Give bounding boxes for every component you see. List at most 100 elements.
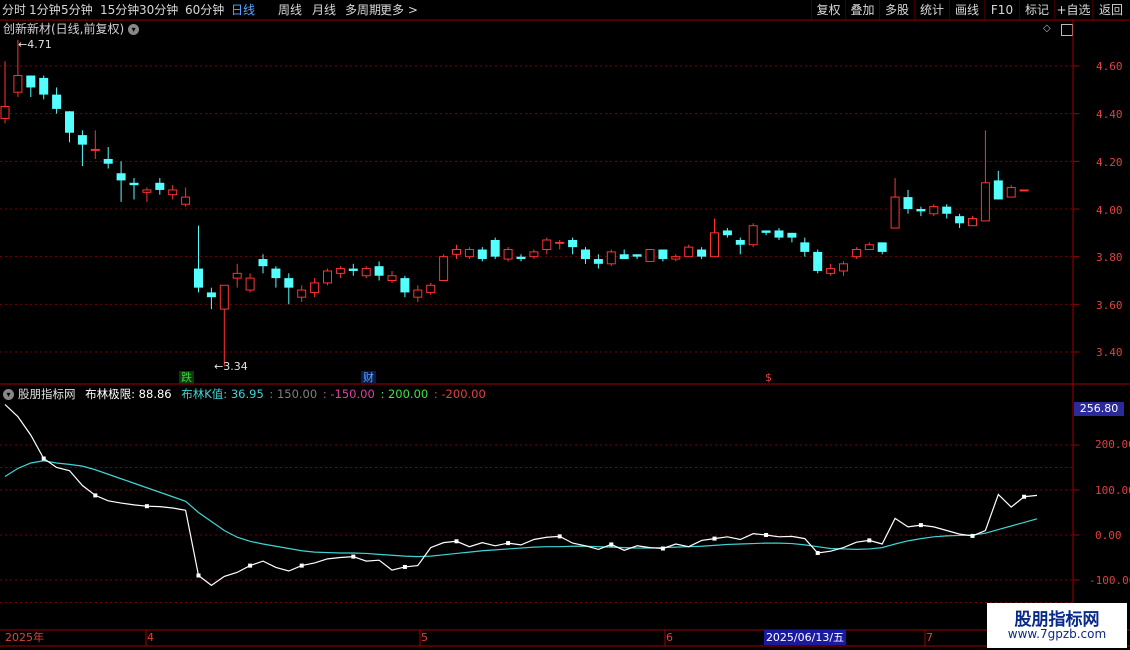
price-axis-tick: 3.60	[1096, 299, 1123, 312]
bollinger-k-line	[4, 460, 1038, 558]
candle-body-up	[542, 239, 552, 251]
candle-body-down	[284, 278, 294, 288]
price-axis-tick: 4.20	[1096, 156, 1123, 169]
level-plus150: : 150.00	[269, 387, 318, 401]
candle-body-up	[864, 244, 874, 251]
candle-body-down	[581, 249, 590, 260]
indicator-title: ▾ 股朋指标网 布林极限: 88.86 布林K值: 36.95 : 150.00 …	[3, 386, 486, 402]
candle-body-up	[968, 218, 977, 227]
candle-body-down	[77, 135, 87, 145]
candle-body-up	[684, 246, 694, 258]
high-price-label: ←4.71	[18, 38, 52, 51]
candle-body-down	[490, 239, 500, 257]
candle-body-down	[955, 216, 965, 224]
candle-body-down	[697, 249, 707, 257]
indicator-axis-tick: -100.00	[1089, 574, 1130, 587]
bollinger-limit-line	[4, 404, 1038, 587]
current-value-badge: 256.80	[1074, 402, 1124, 416]
candle-body-up	[529, 251, 539, 258]
candle-body-down	[722, 230, 732, 236]
event-tag-finance[interactable]: 财	[361, 371, 376, 384]
event-tag-drop[interactable]: 跌	[179, 371, 194, 384]
candle-body-down	[787, 232, 797, 238]
level-minus200: : -200.00	[433, 387, 486, 401]
candle-body-up	[929, 206, 939, 215]
limit-marker	[609, 542, 614, 547]
limit-marker	[660, 546, 665, 551]
candle-body-up	[323, 270, 332, 284]
candle-body-down	[735, 239, 745, 245]
candle-body-up	[219, 284, 229, 310]
limit-marker	[918, 523, 923, 528]
candle-body-down	[348, 268, 358, 271]
candle-body-down	[632, 254, 642, 257]
limit-marker	[402, 564, 407, 569]
candle-body-up	[426, 284, 436, 293]
level-plus200: : 200.00	[380, 387, 429, 401]
candle-body-down	[516, 256, 526, 260]
candle-body-up	[168, 189, 178, 196]
candle-body-up	[310, 282, 320, 293]
candle-body-down	[942, 206, 952, 214]
chevron-down-icon[interactable]: ▾	[3, 389, 14, 400]
candle-body-up	[335, 268, 345, 274]
candle-body-down	[271, 268, 281, 279]
chart-canvas[interactable]	[0, 0, 1130, 650]
candle-body-down	[65, 111, 74, 133]
candle-body-down	[116, 173, 126, 181]
limit-marker	[506, 541, 511, 546]
candle-body-down	[800, 242, 810, 252]
candle-body-up	[671, 256, 681, 260]
level-minus150: : -150.00	[322, 387, 375, 401]
candle-body-up	[245, 277, 255, 291]
price-axis-tick: 3.80	[1096, 251, 1123, 264]
candle-body-down	[593, 259, 603, 264]
limit-marker	[93, 493, 98, 498]
indicator-axis-tick: 0.00	[1095, 529, 1122, 542]
price-axis-tick: 4.00	[1096, 204, 1123, 217]
candle-body-up	[387, 275, 397, 282]
candle-body-down	[103, 158, 113, 164]
candle-body-up	[439, 256, 449, 281]
limit-marker	[1022, 494, 1027, 499]
date-axis-tick: 6	[666, 631, 673, 644]
candle-body-up	[413, 289, 423, 298]
limit-marker	[196, 573, 201, 578]
candle-body-down	[903, 197, 913, 209]
candle-body-down	[761, 230, 771, 233]
candle-body-up	[890, 196, 900, 229]
candle-body-up	[1006, 187, 1016, 198]
limit-marker	[557, 534, 562, 539]
high-price-value: 4.71	[27, 38, 52, 51]
limit-marker	[867, 538, 872, 543]
limit-marker	[299, 563, 304, 568]
event-tag-dollar[interactable]: $	[765, 371, 772, 384]
candle-body-up	[839, 263, 848, 272]
limit-marker	[764, 533, 769, 537]
candle-body-up	[13, 75, 23, 93]
candle-body-down	[568, 239, 578, 248]
price-axis-tick: 3.40	[1096, 346, 1123, 359]
date-axis-tick: 4	[147, 631, 154, 644]
candle-body-down	[658, 249, 668, 260]
limit-marker	[815, 551, 820, 555]
candle-body-down	[993, 180, 1003, 200]
price-axis-tick: 4.60	[1096, 60, 1123, 73]
date-axis-tick: 2025年	[5, 631, 44, 644]
candle-body-up	[645, 249, 655, 262]
candle-body-down	[813, 251, 823, 271]
candle-body-up	[851, 249, 861, 258]
bollinger-k-value: 布林K值: 36.95	[181, 387, 264, 401]
indicator-axis-tick: 100.00	[1095, 484, 1130, 497]
candle-body-down	[39, 77, 49, 95]
candle-body-up	[232, 272, 242, 279]
limit-marker	[454, 539, 459, 544]
candle-body-down	[52, 94, 62, 109]
candle-body-up	[606, 251, 616, 265]
candle-body-up	[555, 241, 565, 244]
candle-body-up	[710, 232, 719, 258]
limit-marker	[41, 456, 46, 461]
price-axis-tick: 4.40	[1096, 108, 1123, 121]
candle-body-up	[90, 148, 100, 151]
date-axis-tick: 7	[926, 631, 933, 644]
